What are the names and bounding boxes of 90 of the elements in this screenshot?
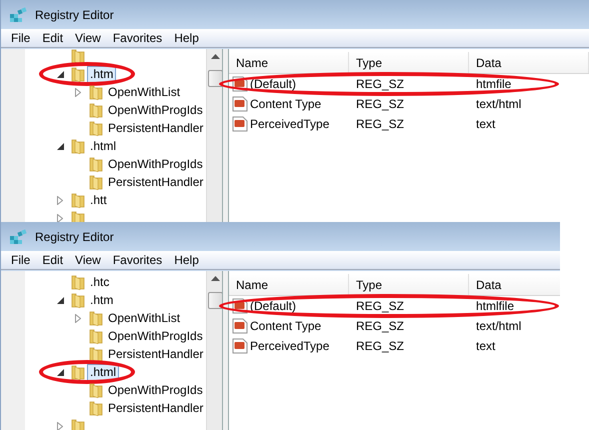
menu-item[interactable]: Help [168,29,205,47]
column-header[interactable]: Data [469,52,589,73]
folder-icon [71,292,85,308]
value-data: text/html [475,96,522,113]
expanded-arrow-icon[interactable] [56,296,64,304]
value-type: REG_SZ [355,96,406,113]
expanded-arrow-icon[interactable] [56,368,64,376]
value-data: htmfile [475,76,512,93]
folder-icon [71,138,85,154]
value-name[interactable]: (Default) [250,75,296,93]
scrollbar[interactable] [206,49,222,222]
value-name[interactable]: PerceivedType [250,115,330,133]
column-header[interactable]: Type [349,274,469,295]
folder-icon [89,156,103,172]
tree-item[interactable]: OpenWithList [105,84,184,100]
collapsed-arrow-icon[interactable] [57,422,63,430]
menu-item[interactable]: Help [168,251,205,269]
folder-icon [71,49,85,64]
folder-icon [71,418,85,430]
tree-item[interactable]: .htm [87,292,116,308]
value-type: REG_SZ [355,116,406,133]
tree-item[interactable]: .html [87,138,120,154]
value-data: text [475,116,496,133]
string-value-icon [232,96,248,112]
folder-icon [89,382,103,398]
menu-item[interactable]: Favorites [106,251,168,269]
column-header[interactable]: Name [229,274,349,295]
tree-item[interactable]: .htc [87,274,112,290]
tree-item[interactable]: PersistentHandler [105,400,206,416]
column-header[interactable]: Name [229,52,349,73]
folder-icon [89,400,103,416]
value-name[interactable]: Content Type [250,95,322,113]
tree-item[interactable]: OpenWithList [105,310,184,326]
column-header[interactable]: Type [349,52,469,73]
folder-icon [89,174,103,190]
string-value-icon [232,338,248,354]
scroll-up-icon[interactable] [210,54,220,60]
tree-item[interactable]: OpenWithProgIds [105,382,206,398]
value-type: REG_SZ [355,298,406,315]
value-type: REG_SZ [355,76,406,93]
folder-icon [89,346,103,362]
tree-item[interactable]: OpenWithProgIds [105,156,206,172]
registry-icon [9,228,27,244]
scrollbar-thumb[interactable] [208,292,222,309]
value-data: htmlfile [475,298,516,315]
registry-icon [9,6,27,22]
folder-icon [71,274,85,290]
value-name[interactable]: Content Type [250,317,322,335]
collapsed-arrow-icon[interactable] [57,196,63,204]
tree-item[interactable]: PersistentHandler [105,174,206,190]
menu-item[interactable]: File [5,251,36,269]
folder-icon [89,120,103,136]
tree-item[interactable]: .htt [87,192,110,208]
folder-icon [71,66,85,82]
expanded-arrow-icon[interactable] [56,70,64,78]
tree-item[interactable]: PersistentHandler [105,346,206,362]
value-type: REG_SZ [355,318,406,335]
collapsed-arrow-icon[interactable] [75,88,81,96]
tree-item[interactable]: OpenWithProgIds [105,328,206,344]
value-type: REG_SZ [355,338,406,355]
folder-icon [89,310,103,326]
scrollbar-thumb[interactable] [208,70,222,87]
collapsed-arrow-icon[interactable] [57,214,63,222]
string-value-icon [232,318,248,334]
menu-item[interactable]: View [69,251,107,269]
folder-icon [89,84,103,100]
string-value-icon [232,116,248,132]
tree-item[interactable]: OpenWithProgIds [105,102,206,118]
column-header[interactable]: Data [469,274,560,295]
menu-item[interactable]: Favorites [106,29,168,47]
tree-item[interactable]: PersistentHandler [105,120,206,136]
scrollbar[interactable] [206,271,222,430]
value-data: text [475,338,496,355]
folder-icon [71,364,85,380]
value-name[interactable]: PerceivedType [250,337,330,355]
menu-item[interactable]: Edit [36,29,70,47]
collapsed-arrow-icon[interactable] [75,314,81,322]
folder-icon [89,102,103,118]
expanded-arrow-icon[interactable] [56,142,64,150]
folder-icon [89,328,103,344]
folder-icon [71,210,85,222]
menu-item[interactable]: Edit [36,251,70,269]
scroll-up-icon[interactable] [210,276,220,282]
value-name[interactable]: (Default) [250,297,296,315]
value-data: text/html [475,318,522,335]
folder-icon [71,192,85,208]
window-title: Registry Editor [35,228,114,246]
window-title: Registry Editor [35,6,114,24]
menu-item[interactable]: View [69,29,107,47]
menu-item[interactable]: File [5,29,36,47]
